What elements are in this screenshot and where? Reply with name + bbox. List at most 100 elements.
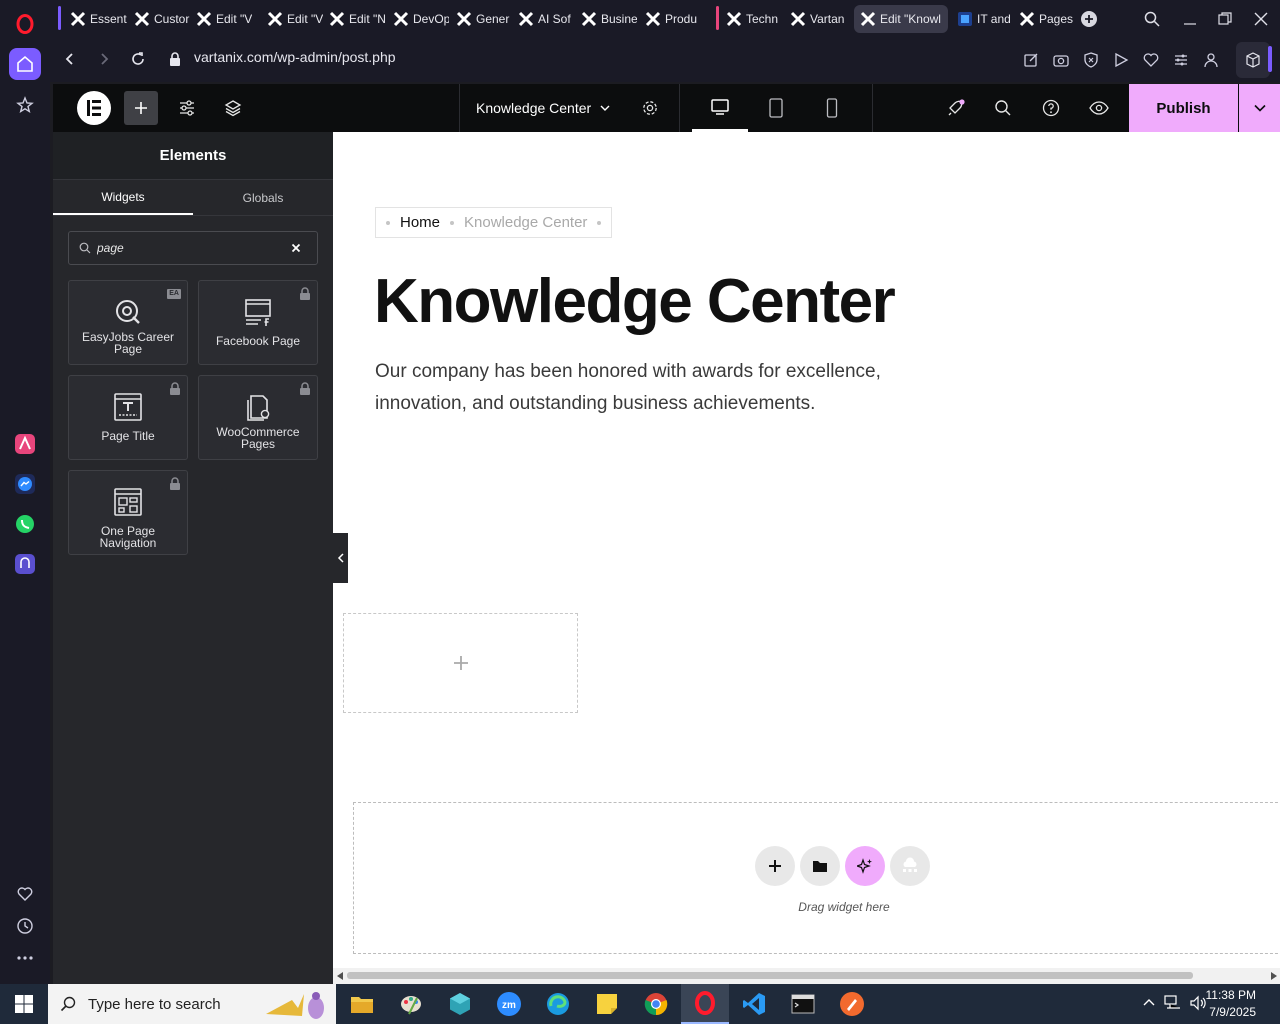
lock-icon[interactable] <box>168 51 182 67</box>
breadcrumb-home-link[interactable]: Home <box>400 214 440 231</box>
extensions-cube-icon[interactable] <box>1236 42 1270 78</box>
page-settings-gear-icon[interactable] <box>637 84 663 132</box>
widget-drop-zone[interactable]: Drag widget here <box>353 802 1280 954</box>
file-explorer-icon[interactable] <box>338 984 386 1024</box>
cube-app-icon[interactable] <box>436 984 484 1024</box>
paint-app-icon[interactable] <box>387 984 435 1024</box>
tab[interactable]: IT and <box>951 5 1013 33</box>
minimize-icon[interactable] <box>1182 11 1198 27</box>
horizontal-scrollbar[interactable] <box>333 968 1280 984</box>
close-window-icon[interactable] <box>1253 11 1269 27</box>
page-heading[interactable]: Knowledge Center <box>374 266 896 337</box>
volume-icon[interactable] <box>1189 995 1207 1011</box>
ai-generate-button[interactable] <box>845 846 885 886</box>
edit-page-icon[interactable] <box>1023 52 1039 68</box>
cloud-templates-button[interactable] <box>890 846 930 886</box>
edge-browser-icon[interactable] <box>534 984 582 1024</box>
music-player-icon[interactable] <box>9 548 41 580</box>
widget-easyjobs-career-page[interactable]: EA EasyJobs Career Page <box>68 280 188 365</box>
publish-options-button[interactable] <box>1239 84 1280 132</box>
elementor-logo-icon[interactable] <box>75 84 113 132</box>
url-field[interactable]: vartanix.com/wp-admin/post.php <box>194 49 396 65</box>
tab-globals[interactable]: Globals <box>193 180 333 216</box>
scroll-left-arrow-icon[interactable] <box>337 972 344 980</box>
aria-icon[interactable] <box>9 428 41 460</box>
page-settings-dropdown[interactable]: Knowledge Center <box>476 84 621 132</box>
shield-icon[interactable] <box>1083 52 1099 68</box>
terminal-icon[interactable] <box>779 984 827 1024</box>
tab[interactable]: Techn <box>720 5 784 33</box>
collapse-panel-button[interactable] <box>333 533 348 583</box>
opera-taskbar-icon[interactable] <box>681 984 729 1024</box>
heart-icon[interactable] <box>9 878 41 910</box>
divider <box>459 84 460 132</box>
history-clock-icon[interactable] <box>9 910 41 942</box>
page-description[interactable]: Our company has been honored with awards… <box>375 356 935 420</box>
tab-active[interactable]: Edit "Knowl <box>854 5 948 33</box>
back-icon[interactable] <box>62 51 78 67</box>
messenger-icon[interactable] <box>9 468 41 500</box>
empty-column-placeholder[interactable] <box>343 613 578 713</box>
finder-search-icon[interactable] <box>989 84 1017 132</box>
tab[interactable]: Edit "V <box>261 5 323 33</box>
widget-facebook-page[interactable]: Facebook Page <box>198 280 318 365</box>
flow-send-icon[interactable] <box>1113 52 1129 68</box>
chrome-browser-icon[interactable] <box>632 984 680 1024</box>
clear-search-icon[interactable] <box>291 243 301 253</box>
forward-icon[interactable] <box>96 51 112 67</box>
search-input[interactable] <box>97 239 287 257</box>
favorite-heart-icon[interactable] <box>1143 52 1159 68</box>
camera-icon[interactable] <box>1053 52 1069 68</box>
tab[interactable]: Custor <box>128 5 190 33</box>
scrollbar-thumb[interactable] <box>347 972 1193 979</box>
site-settings-sliders-icon[interactable] <box>173 84 201 132</box>
zoom-app-icon[interactable]: zm <box>485 984 533 1024</box>
system-clock[interactable]: 11:38 PM 7/9/2025 <box>1206 987 1256 1021</box>
new-tab-plus-icon[interactable] <box>1081 11 1097 27</box>
structure-layers-icon[interactable] <box>219 84 247 132</box>
add-template-button[interactable] <box>800 846 840 886</box>
preview-eye-icon[interactable] <box>1085 84 1113 132</box>
tablet-view-button[interactable] <box>748 84 804 132</box>
widget-one-page-navigation[interactable]: One Page Navigation <box>68 470 188 555</box>
reload-icon[interactable] <box>130 51 146 67</box>
tab[interactable]: AI Sof <box>512 5 574 33</box>
desktop-view-button[interactable] <box>692 84 748 132</box>
tab[interactable]: DevOp <box>387 5 449 33</box>
widget-page-title[interactable]: Page Title <box>68 375 188 460</box>
mobile-view-button[interactable] <box>804 84 860 132</box>
more-dots-icon[interactable] <box>9 942 41 974</box>
tab[interactable]: Busine <box>575 5 637 33</box>
taskbar-search-box[interactable]: Type here to search <box>48 984 336 1024</box>
tray-chevron-up-icon[interactable] <box>1142 996 1156 1010</box>
tab[interactable]: Edit "N <box>323 5 385 33</box>
tab[interactable]: Produ <box>639 5 701 33</box>
restore-icon[interactable] <box>1217 11 1233 27</box>
opera-logo-icon[interactable] <box>9 8 41 40</box>
vscode-icon[interactable] <box>730 984 778 1024</box>
whatsapp-icon[interactable] <box>9 508 41 540</box>
orange-compass-app-icon[interactable] <box>828 984 876 1024</box>
add-element-button[interactable] <box>124 84 158 132</box>
help-question-icon[interactable] <box>1037 84 1065 132</box>
profile-icon[interactable] <box>1203 52 1219 68</box>
sticky-notes-icon[interactable] <box>583 984 631 1024</box>
star-icon[interactable] <box>9 89 41 121</box>
tab-search-icon[interactable] <box>1144 11 1160 27</box>
scroll-right-arrow-icon[interactable] <box>1270 972 1277 980</box>
publish-button[interactable]: Publish <box>1129 84 1238 132</box>
tab[interactable]: Essent <box>64 5 128 33</box>
tab[interactable]: Gener <box>450 5 512 33</box>
easy-setup-icon[interactable] <box>1173 52 1189 68</box>
home-icon[interactable] <box>9 48 41 80</box>
tab[interactable]: Vartan <box>784 5 846 33</box>
windows-start-icon[interactable] <box>0 984 48 1024</box>
network-icon[interactable] <box>1164 995 1182 1011</box>
tab-widgets[interactable]: Widgets <box>53 180 193 216</box>
notifications-rocket-icon[interactable] <box>941 84 971 132</box>
tab[interactable]: Edit "V <box>190 5 252 33</box>
add-section-button[interactable] <box>755 846 795 886</box>
widget-woocommerce-pages[interactable]: WooCommerce Pages <box>198 375 318 460</box>
tab[interactable]: Pages <box>1013 5 1075 33</box>
facebook-page-icon <box>243 295 273 329</box>
